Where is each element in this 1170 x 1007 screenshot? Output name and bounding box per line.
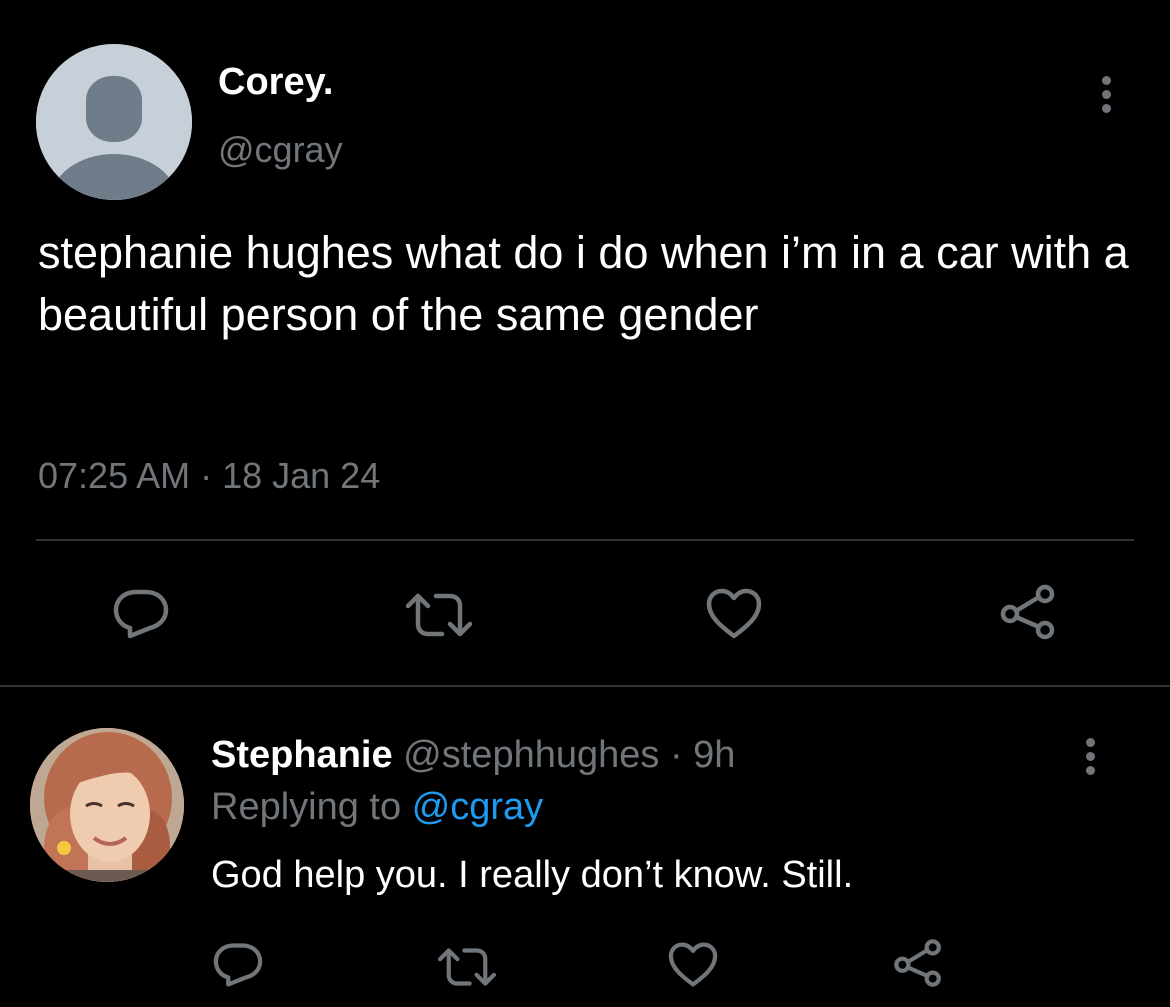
author-handle[interactable]: @cgray [218, 127, 343, 173]
divider [0, 685, 1170, 687]
reply-retweet-icon[interactable] [438, 947, 496, 987]
share-icon[interactable] [998, 584, 1058, 640]
dot [1101, 90, 1111, 99]
reply-heart-icon[interactable] [667, 942, 719, 988]
reply-more-options-icon[interactable] [1080, 738, 1100, 782]
dot [1101, 104, 1111, 113]
tweet-text: stephanie hughes what do i do when i’m i… [38, 227, 1129, 340]
profile-photo [30, 728, 184, 882]
reply-reply-icon[interactable] [212, 942, 264, 988]
reply-time[interactable]: 9h [693, 734, 735, 776]
dot [1085, 766, 1095, 775]
author-name[interactable]: Corey. [218, 58, 333, 106]
reply-author-name[interactable]: Stephanie [211, 734, 393, 776]
dot [1085, 752, 1095, 761]
reply-author-handle[interactable]: @stephhughes [403, 734, 659, 776]
default-avatar-icon [36, 44, 192, 200]
retweet-icon[interactable] [406, 592, 472, 638]
more-options-icon[interactable] [1096, 76, 1116, 120]
reply-icon[interactable] [112, 588, 170, 640]
author-avatar[interactable] [36, 44, 192, 200]
separator-dot: · [669, 734, 683, 776]
heart-icon[interactable] [705, 588, 763, 640]
divider [36, 539, 1134, 541]
reply-header: Stephanie @stephhughes · 9h [211, 730, 735, 780]
dot [1085, 738, 1095, 747]
reply-text: God help you. I really don’t know. Still… [211, 854, 854, 896]
replying-to-link[interactable]: @cgray [412, 786, 544, 828]
replying-to-line: Replying to @cgray [211, 782, 543, 832]
reply-author-avatar[interactable] [30, 728, 184, 882]
replying-to-label: Replying to [211, 786, 402, 828]
tweet-timestamp[interactable]: 07:25 AM · 18 Jan 24 [38, 453, 380, 499]
dot [1101, 76, 1111, 85]
reply-share-icon[interactable] [892, 938, 944, 988]
